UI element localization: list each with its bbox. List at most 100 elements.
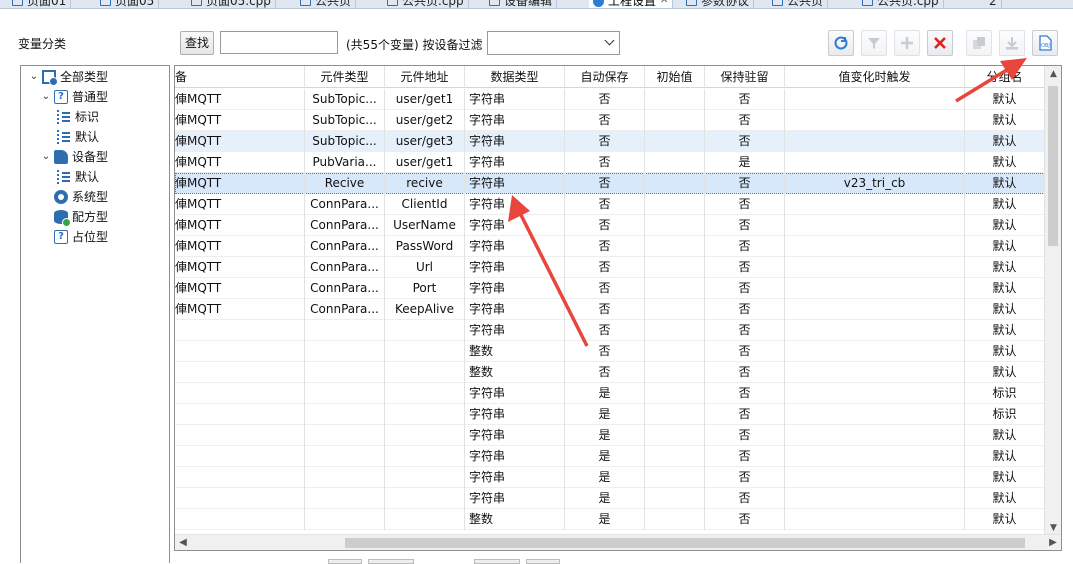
table-cell[interactable] [305,446,385,467]
table-cell[interactable]: 是 [565,467,645,488]
table-cell[interactable] [175,446,305,467]
refresh-button[interactable] [828,30,854,56]
tab-item[interactable]: 2 [985,0,1002,8]
table-cell[interactable]: 默认 [965,236,1045,257]
table-cell[interactable]: ConnPara... [305,257,385,278]
bottom-button-stub[interactable] [368,559,414,564]
table-cell[interactable] [645,194,705,215]
expand-arrow-icon[interactable]: ⌄ [41,87,51,107]
table-cell[interactable] [645,320,705,341]
table-cell[interactable]: 默认 [965,257,1045,278]
table-row[interactable]: 字符串是 否 默认 [175,425,1045,446]
tree-node[interactable]: 默认 [57,127,99,147]
column-header[interactable]: 分组名 [965,66,1045,88]
column-header[interactable]: 保持驻留 [705,66,785,88]
table-cell[interactable] [645,131,705,152]
tab-item[interactable]: 公共页 [768,0,829,8]
table-row[interactable]: 字符串是 否 默认 [175,446,1045,467]
table-cell[interactable] [175,383,305,404]
table-cell[interactable] [785,362,965,383]
table-cell[interactable] [385,509,465,530]
table-cell[interactable]: 默认 [965,341,1045,362]
column-header[interactable]: 值变化时触发 [785,66,965,88]
tab-item[interactable]: 页面05 [96,0,160,8]
tree-node[interactable]: 默认 [57,167,99,187]
table-cell[interactable] [645,110,705,131]
table-cell[interactable]: 否 [565,278,645,299]
table-cell[interactable] [305,404,385,425]
table-cell[interactable]: 否 [565,215,645,236]
filter-button[interactable] [861,30,887,56]
table-cell[interactable]: ConnPara... [305,194,385,215]
bottom-button-stub[interactable] [328,559,362,564]
table-cell[interactable]: 标识 [965,383,1045,404]
bottom-button-stub[interactable] [526,559,560,564]
table-cell[interactable]: 字符串 [465,236,565,257]
table-cell[interactable] [785,299,965,320]
tree-node[interactable]: 标识 [57,107,99,127]
table-cell[interactable]: PassWord [385,236,465,257]
scroll-left-icon[interactable]: ◀ [175,535,191,550]
table-cell[interactable] [785,509,965,530]
table-cell[interactable] [785,467,965,488]
table-cell[interactable]: 否 [705,467,785,488]
table-cell[interactable]: 整数 [465,362,565,383]
table-cell[interactable]: 字符串 [465,299,565,320]
table-cell[interactable]: 否 [705,320,785,341]
table-cell[interactable]: 整数 [465,509,565,530]
table-cell[interactable]: 字符串 [465,404,565,425]
table-cell[interactable]: 字符串 [465,257,565,278]
table-cell[interactable]: 默认 [965,299,1045,320]
table-cell[interactable] [785,215,965,236]
table-cell[interactable]: 默认 [965,152,1045,173]
device-filter-select[interactable] [487,31,620,55]
table-cell[interactable]: 否 [705,278,785,299]
table-cell[interactable]: 俥MQTT [175,278,305,299]
table-row[interactable]: 字符串是 否 标识 [175,404,1045,425]
table-cell[interactable] [785,383,965,404]
tree-node[interactable]: 系统型 [41,187,108,207]
tree-node[interactable]: ⌄ 全部类型 [29,67,108,87]
table-cell[interactable]: user/get1 [385,152,465,173]
tree-node[interactable]: 配方型 [41,207,108,227]
table-cell[interactable]: 默认 [965,278,1045,299]
table-cell[interactable] [175,425,305,446]
tree-node[interactable]: ⌄ 设备型 [41,147,108,167]
table-cell[interactable]: 默认 [965,467,1045,488]
table-cell[interactable]: Recive [305,173,385,194]
table-cell[interactable] [385,404,465,425]
table-cell[interactable]: 是 [565,509,645,530]
column-header[interactable]: 元件类型 [305,66,385,88]
table-cell[interactable]: 否 [705,488,785,509]
table-cell[interactable]: 否 [565,131,645,152]
table-cell[interactable] [305,488,385,509]
table-cell[interactable] [645,341,705,362]
table-row[interactable]: 俥MQTT ConnPara... ClientId 字符串否否默认 [175,194,1045,215]
table-cell[interactable]: ConnPara... [305,299,385,320]
table-cell[interactable] [785,425,965,446]
table-cell[interactable]: 是 [565,425,645,446]
tree-node[interactable]: ⌄? 普通型 [41,87,108,107]
table-cell[interactable] [385,383,465,404]
table-cell[interactable]: 是 [565,383,645,404]
table-cell[interactable]: ConnPara... [305,236,385,257]
close-tab-icon[interactable]: ✕ [660,0,668,8]
table-cell[interactable]: SubTopic... [305,89,385,110]
horizontal-scroll-thumb[interactable] [345,538,1025,548]
table-row[interactable]: 整数是 否 默认 [175,509,1045,530]
bottom-button-stub[interactable] [474,559,520,564]
table-cell[interactable] [305,467,385,488]
table-cell[interactable]: 否 [565,110,645,131]
table-cell[interactable]: 俥MQTT [175,236,305,257]
table-cell[interactable]: 俥MQTT [175,131,305,152]
table-cell[interactable] [175,362,305,383]
delete-button[interactable] [927,30,953,56]
table-cell[interactable] [385,488,465,509]
table-cell[interactable]: 俥MQTT [175,194,305,215]
table-cell[interactable]: user/get3 [385,131,465,152]
table-cell[interactable]: 字符串 [465,320,565,341]
table-cell[interactable] [305,362,385,383]
table-cell[interactable] [645,362,705,383]
table-cell[interactable] [645,383,705,404]
scroll-up-icon[interactable]: ▲ [1045,66,1061,82]
